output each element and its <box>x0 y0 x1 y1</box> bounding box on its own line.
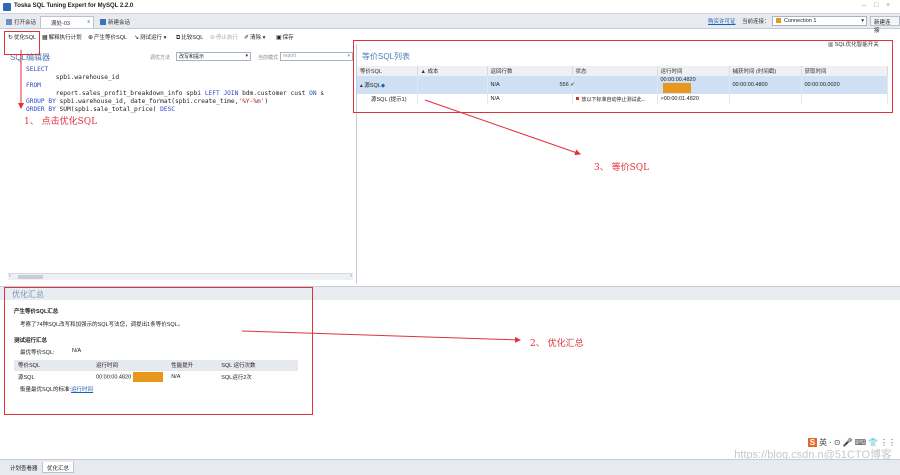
annotation-label-2: 2、 优化汇总 <box>530 339 584 349</box>
tab-plan-viewer[interactable]: 计划查看器 <box>6 462 42 473</box>
bottom-tab-bar: 计划查看器 优化汇总 <box>0 459 900 475</box>
arrow-2 <box>241 330 521 343</box>
tab-opt-summary[interactable]: 优化汇总 <box>42 462 75 473</box>
annotation-label-3: 3、 等价SQL <box>594 163 650 173</box>
annotation-label-1: 1、 点击优化SQL <box>24 117 98 127</box>
annotation-arrows <box>18 50 581 343</box>
arrow-3 <box>424 99 581 156</box>
